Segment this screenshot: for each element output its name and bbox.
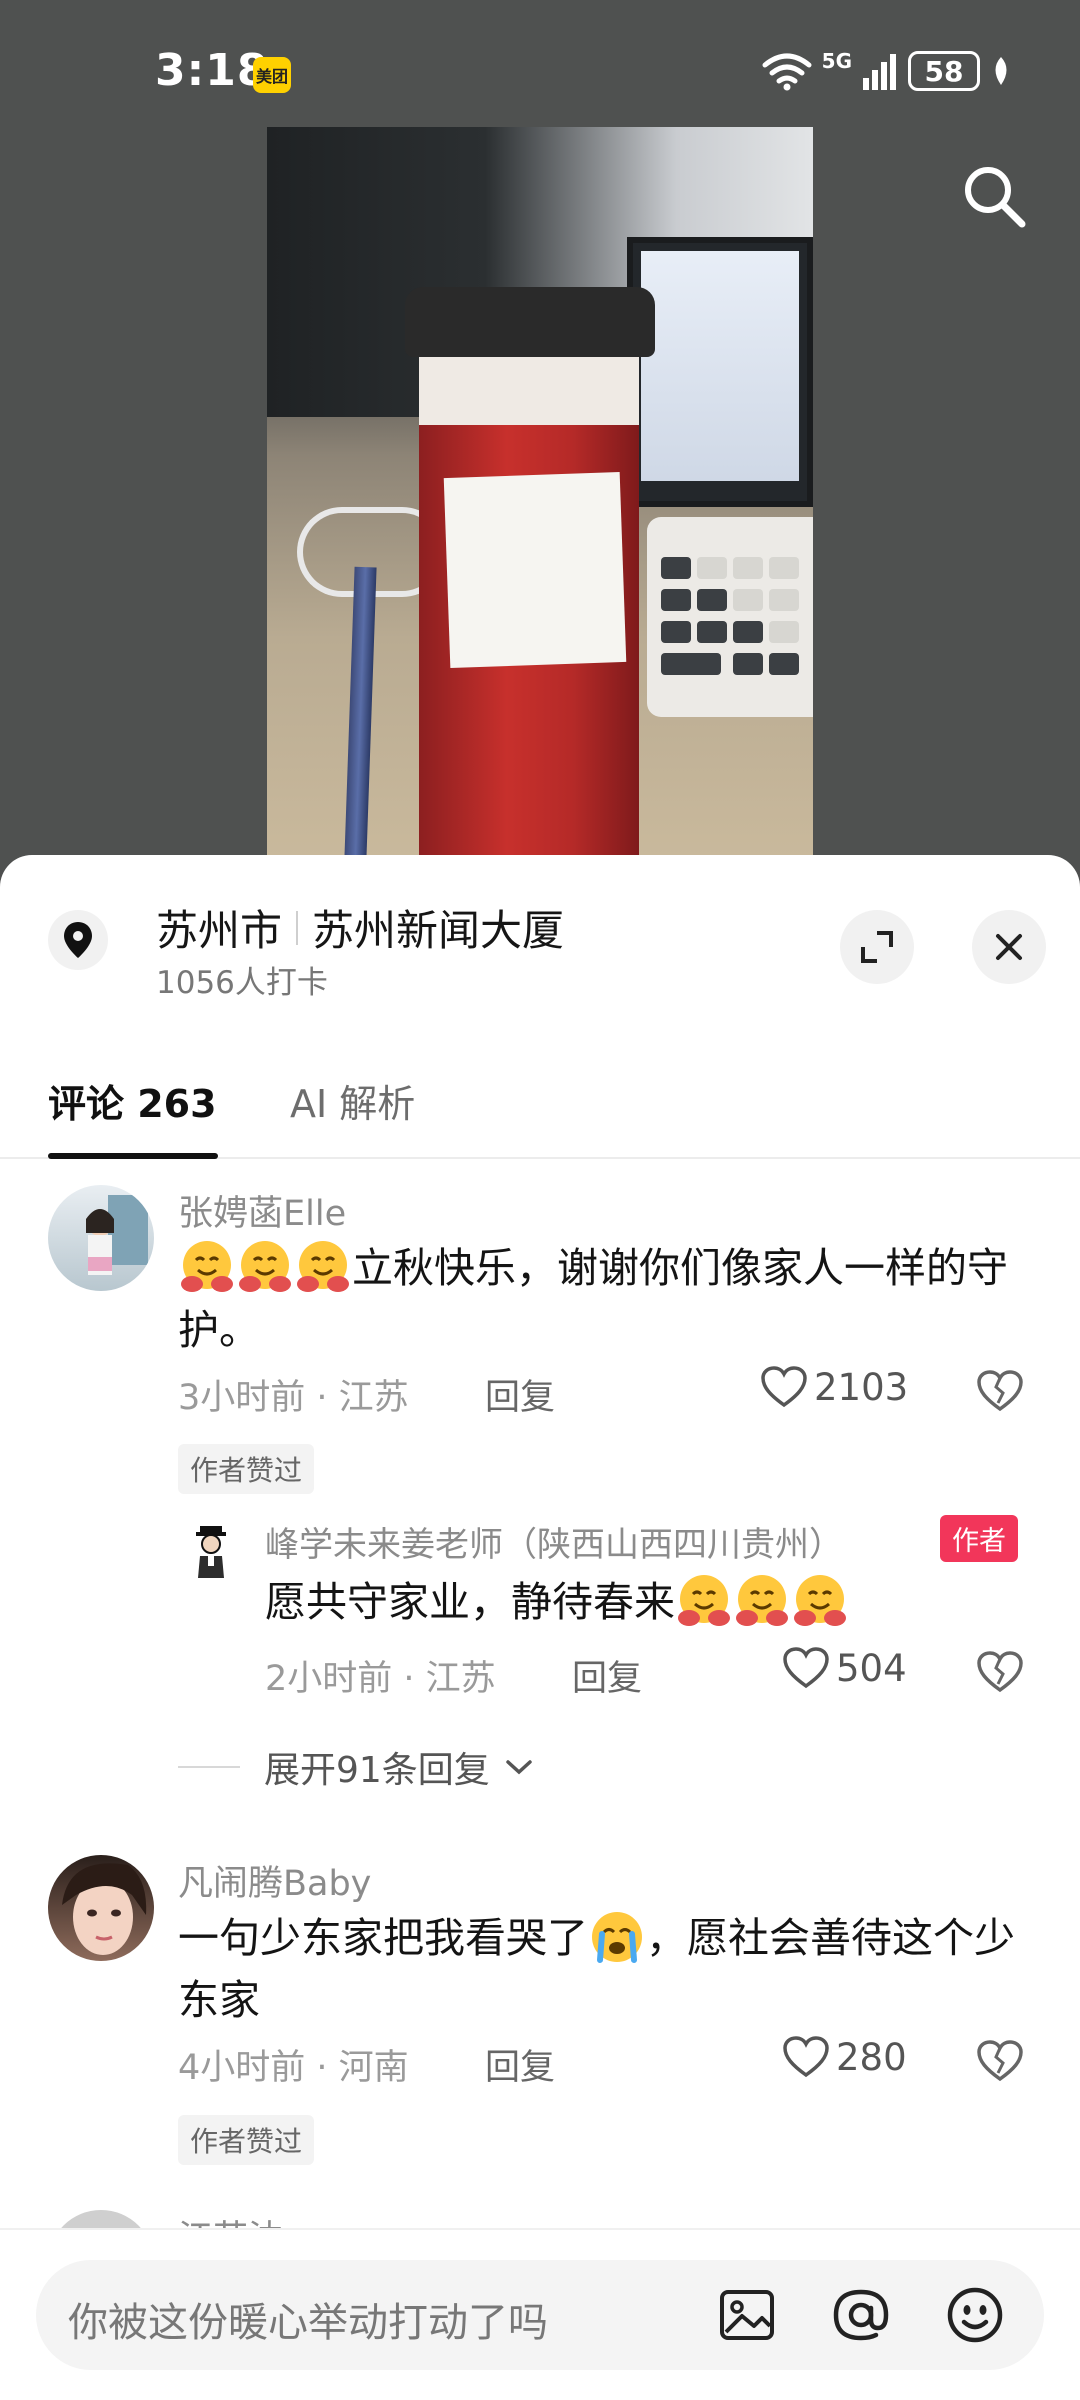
location-place: 苏州新闻大厦 — [312, 906, 565, 955]
comment-region: 河南 — [338, 2048, 409, 2088]
expand-replies-label: 展开91条回复 — [264, 1750, 490, 1791]
expand-replies-button[interactable]: 展开91条回复 — [178, 1741, 534, 1793]
status-icons: 5G 58 — [762, 48, 1012, 94]
heart-icon — [783, 2036, 829, 2078]
author-liked-badge: 作者赞过 — [178, 2115, 315, 2165]
tab-ai-analysis[interactable]: AI 解析 — [290, 1073, 415, 1128]
comment-sheet: 苏州市 苏州新闻大厦 1056人打卡 评论 263 AI 解析 张娉菡Elle … — [0, 855, 1080, 2400]
status-time: 3:18 — [155, 45, 269, 96]
post-image[interactable] — [267, 127, 813, 857]
divider — [296, 910, 299, 945]
avatar[interactable] — [48, 1855, 154, 1961]
signal-icon — [863, 54, 896, 90]
like-button[interactable]: 2103 — [760, 1365, 908, 1409]
comment-username[interactable]: 张娉菡Elle — [178, 1185, 346, 1236]
like-count: 280 — [836, 2035, 907, 2079]
comment-username[interactable]: 凡闹腾Baby — [178, 1855, 371, 1906]
emoji-icon[interactable] — [940, 2280, 1010, 2350]
comment-text: 立秋快乐，谢谢你们像家人一样的守护。 — [178, 1237, 1028, 1361]
avatar[interactable] — [48, 1185, 154, 1291]
close-button[interactable] — [972, 910, 1046, 984]
hug-emoji — [236, 1238, 294, 1296]
like-button[interactable]: 280 — [782, 2035, 907, 2079]
search-icon[interactable] — [958, 160, 1030, 232]
location-city: 苏州市 — [156, 906, 283, 955]
reply-meta: 2小时前 · 江苏 — [265, 1659, 496, 1699]
author-liked-badge: 作者赞过 — [178, 1444, 315, 1494]
reply-text: 愿共守家业，静待春来 — [265, 1571, 1045, 1633]
leaf-icon — [995, 57, 1007, 85]
hug-emoji — [675, 1572, 733, 1630]
hug-emoji — [294, 1238, 352, 1296]
comment-time: 4小时前 — [178, 2048, 306, 2088]
hug-emoji — [791, 1572, 849, 1630]
battery-indicator: 58 — [908, 51, 980, 91]
comment-meta: 3小时前 · 江苏 — [178, 1378, 409, 1418]
comment-body-part1: 一句少东家把我看哭了 — [178, 1914, 588, 1962]
broken-heart-icon[interactable] — [975, 1648, 1025, 1694]
milk-tea-cup — [405, 287, 655, 857]
like-count: 504 — [836, 1646, 907, 1690]
location-pin-icon — [48, 910, 108, 970]
reply-button[interactable]: 回复 — [485, 1369, 555, 1420]
reply-username[interactable]: 峰学未来姜老师（陕西山西四川贵州） — [265, 1517, 843, 1566]
hug-emoji — [733, 1572, 791, 1630]
comment-input-placeholder: 你被这份暖心举动打动了吗 — [68, 2300, 548, 2346]
tab-comments[interactable]: 评论 263 — [48, 1073, 217, 1128]
mention-icon[interactable] — [826, 2280, 896, 2350]
reply-button[interactable]: 回复 — [485, 2039, 555, 2090]
heart-icon — [761, 1366, 807, 1408]
reply-body: 愿共守家业，静待春来 — [265, 1578, 675, 1626]
meituan-app-icon: 美团 — [253, 57, 291, 93]
reply-region: 江苏 — [425, 1659, 496, 1699]
image-icon[interactable] — [712, 2280, 782, 2350]
checkin-count: 1056人打卡 — [156, 965, 328, 1001]
location-title[interactable]: 苏州市 苏州新闻大厦 — [156, 897, 564, 958]
author-tag: 作者 — [940, 1515, 1018, 1562]
like-button[interactable]: 504 — [782, 1646, 907, 1690]
heart-icon — [783, 1647, 829, 1689]
status-bar: 3:18 美团 5G 58 — [0, 0, 1080, 140]
broken-heart-icon[interactable] — [975, 2037, 1025, 2083]
network-type: 5G — [821, 49, 852, 73]
comment-input-bar: 你被这份暖心举动打动了吗 — [0, 2228, 1080, 2400]
broken-heart-icon[interactable] — [975, 1367, 1025, 1413]
avatar[interactable] — [180, 1520, 242, 1582]
comment-time: 3小时前 — [178, 1378, 306, 1418]
crying-emoji — [588, 1908, 646, 1966]
reply-time: 2小时前 — [265, 1659, 393, 1699]
hug-emoji — [178, 1238, 236, 1296]
close-icon — [996, 934, 1022, 960]
chevron-down-icon — [506, 1760, 532, 1775]
active-tab-indicator — [48, 1153, 218, 1159]
comment-region: 江苏 — [338, 1378, 409, 1418]
video-area[interactable]: 3:18 美团 5G 58 — [0, 0, 1080, 870]
expand-button[interactable] — [840, 910, 914, 984]
comment-meta: 4小时前 · 河南 — [178, 2048, 409, 2088]
like-count: 2103 — [814, 1365, 909, 1409]
divider — [178, 1766, 240, 1768]
expand-icon — [861, 931, 893, 963]
comment-text: 一句少东家把我看哭了 ，愿社会善待这个少东家 — [178, 1907, 1028, 2031]
reply-button[interactable]: 回复 — [572, 1650, 642, 1701]
wifi-icon — [762, 53, 812, 91]
tab-bar: 评论 263 AI 解析 — [0, 1055, 1080, 1159]
comment-input[interactable]: 你被这份暖心举动打动了吗 — [36, 2260, 1044, 2370]
